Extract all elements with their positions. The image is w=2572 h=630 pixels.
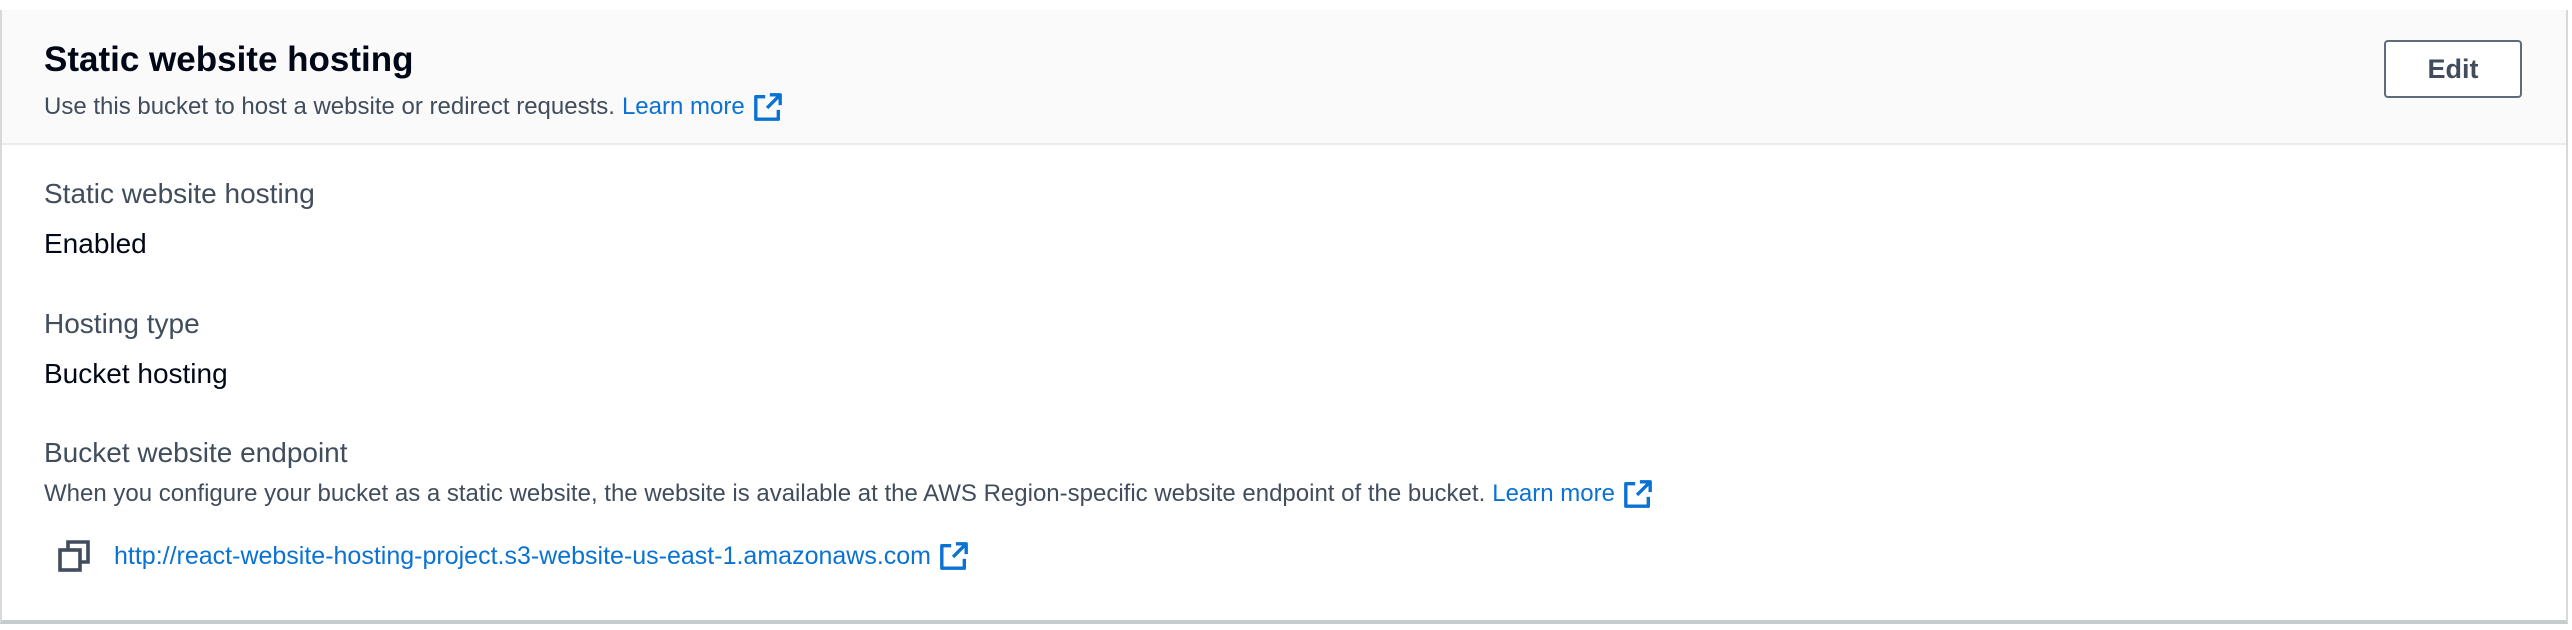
endpoint-url-row: http://react-website-hosting-project.s3-… [58, 540, 969, 572]
header-learn-more-label: Learn more [621, 93, 745, 120]
panel-description: Use this bucket to host a website or red… [44, 92, 783, 122]
copy-icon[interactable] [58, 540, 90, 572]
hosting-value: Enabled [44, 228, 147, 259]
external-link-icon [940, 542, 968, 570]
endpoint-learn-more-link[interactable]: Learn more [1492, 479, 1653, 509]
endpoint-learn-more-label: Learn more [1492, 480, 1615, 507]
endpoint-label: Bucket website endpoint [44, 437, 348, 468]
hosting-type-label: Hosting type [44, 308, 200, 339]
header-learn-more-link[interactable]: Learn more [622, 92, 783, 122]
external-link-icon [1624, 480, 1652, 508]
panel-title: Static website hosting [44, 40, 414, 79]
endpoint-description-text: When you configure your bucket as a stat… [44, 480, 1486, 507]
endpoint-url-text: http://react-website-hosting-project.s3-… [114, 541, 932, 570]
static-website-hosting-panel: Static website hosting Use this bucket t… [0, 10, 2568, 624]
panel-header: Static website hosting Use this bucket t… [2, 10, 2566, 145]
edit-button[interactable]: Edit [2384, 40, 2522, 98]
external-link-icon [753, 93, 782, 121]
endpoint-url-link[interactable]: http://react-website-hosting-project.s3-… [114, 541, 969, 571]
hosting-type-value: Bucket hosting [44, 358, 228, 389]
endpoint-description: When you configure your bucket as a stat… [44, 479, 1653, 509]
panel-description-text: Use this bucket to host a website or red… [44, 93, 615, 120]
hosting-label: Static website hosting [44, 178, 315, 209]
